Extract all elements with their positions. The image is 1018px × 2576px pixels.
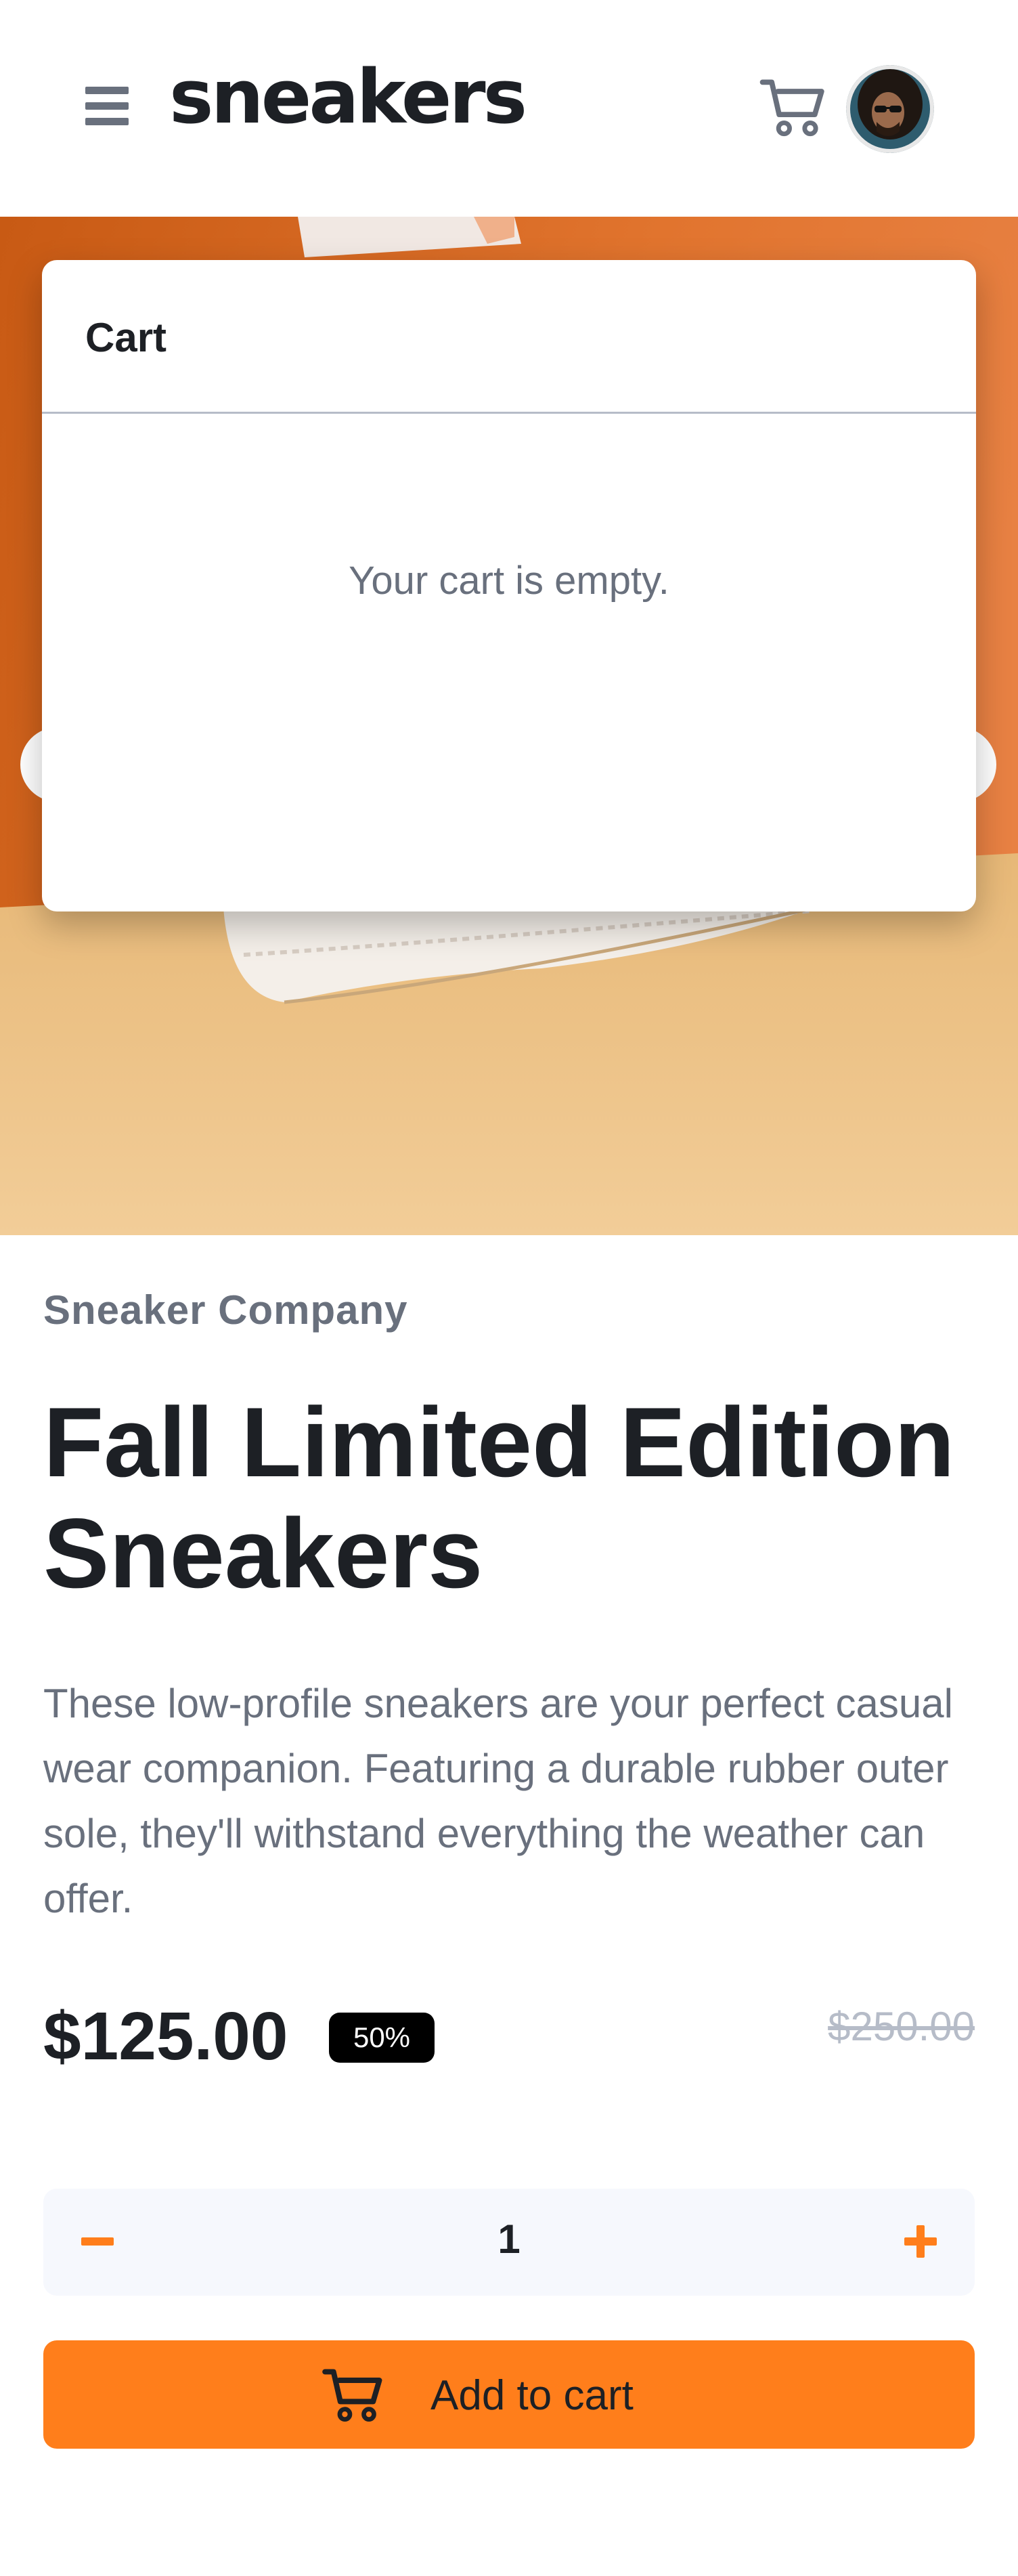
add-to-cart-button[interactable]: Add to cart — [43, 2340, 975, 2449]
product-description: These low-profile sneakers are your perf… — [43, 1681, 953, 1921]
site-logo[interactable]: sneakers — [169, 60, 527, 134]
quantity-stepper: 1 — [43, 2189, 975, 2296]
product-title: Fall Limited Edition Sneakers — [43, 1387, 955, 1608]
company-name: Sneaker Company — [43, 1287, 408, 1333]
cart-panel: Cart Your cart is empty. — [42, 260, 976, 911]
cart-divider — [42, 412, 976, 414]
cart-icon — [322, 2367, 384, 2424]
current-price: $125.00 — [43, 1998, 288, 2074]
plus-icon[interactable] — [893, 2214, 948, 2269]
hamburger-menu-icon[interactable] — [85, 87, 129, 126]
cart-icon[interactable] — [759, 77, 827, 139]
original-price: $250.00 — [828, 2004, 975, 2049]
cart-title: Cart — [85, 315, 167, 360]
discount-badge: 50% — [329, 2013, 435, 2063]
add-to-cart-label: Add to cart — [430, 2372, 634, 2419]
avatar[interactable] — [846, 65, 934, 153]
quantity-value: 1 — [497, 2216, 521, 2262]
cart-empty-message: Your cart is empty. — [349, 559, 669, 603]
site-header: sneakers — [0, 0, 1018, 217]
